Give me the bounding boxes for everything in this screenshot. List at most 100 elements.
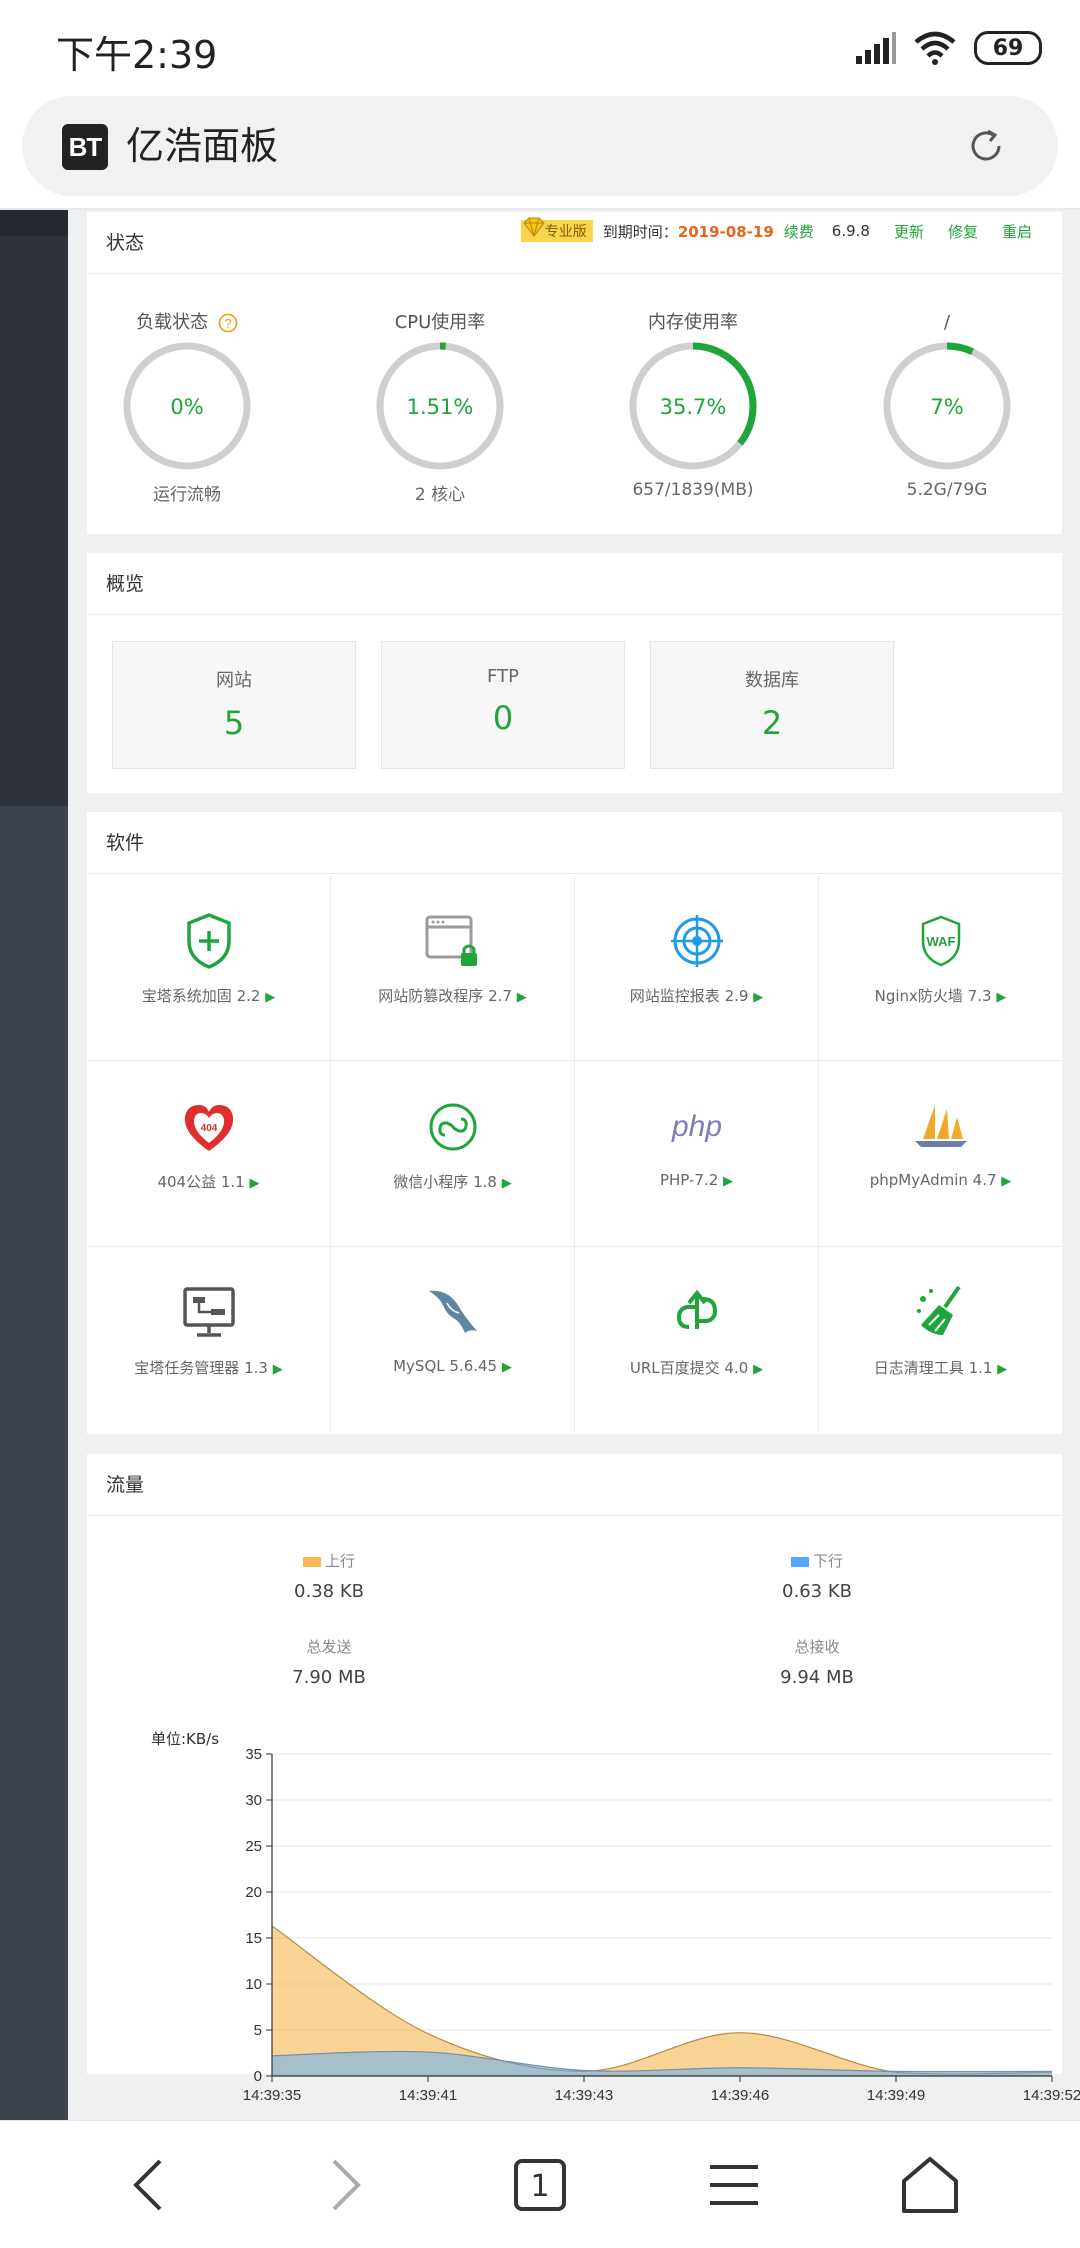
chart-unit-label: 单位:KB/s (151, 1730, 220, 1748)
gauge-memory[interactable]: 内存使用率 35.7% 657/1839(MB) (593, 308, 793, 500)
software-name-text: phpMyAdmin 4.7 (869, 1171, 997, 1189)
version-number: 6.9.8 (831, 222, 870, 240)
status-icons: 69 (856, 28, 1042, 68)
play-icon[interactable]: ▶ (273, 1362, 283, 1377)
traffic-sent: 总发送 7.90 MB (229, 1636, 429, 1688)
software-item-phpmyadmin[interactable]: phpMyAdmin 4.7 ▶ (819, 1061, 1062, 1247)
play-icon[interactable]: ▶ (250, 1176, 260, 1191)
status-bar: 下午2:39 69 (0, 0, 1080, 96)
play-icon[interactable]: ▶ (753, 1362, 763, 1377)
gauge-disk[interactable]: / 7% 5.2G/79G (847, 308, 1047, 500)
gauge-sub: 运行流畅 (153, 485, 221, 505)
bottom-nav: 1 (0, 2120, 1080, 2248)
overview-label: 数据库 (745, 670, 799, 691)
vip-label: 专业版 (544, 224, 587, 240)
traffic-received: 总接收 9.94 MB (717, 1636, 917, 1688)
address-bar[interactable]: BT 亿浩面板 (22, 96, 1058, 196)
x-tick-label: 14:39:49 (867, 2087, 925, 2104)
play-icon[interactable]: ▶ (723, 1174, 733, 1189)
broom-icon (916, 1285, 961, 1335)
link-submit-icon (676, 1289, 717, 1329)
restart-link[interactable]: 重启 (1002, 221, 1032, 242)
traffic-down-label: 下行 (717, 1550, 917, 1571)
gauge-ring: 7% (883, 342, 1011, 470)
software-name-text: 日志清理工具 1.1 (873, 1359, 993, 1377)
software-name-text: PHP-7.2 (659, 1171, 719, 1189)
traffic-received-label: 总接收 (794, 1638, 840, 1656)
software-item-tamper[interactable]: 网站防篡改程序 2.7 ▶ (331, 875, 575, 1061)
gauge-load[interactable]: 负载状态 ? 0% 运行流畅 (87, 308, 287, 505)
shield-plus-icon (186, 913, 231, 969)
clock: 下午2:39 (56, 33, 218, 77)
software-item-404[interactable]: 404 404公益 1.1 ▶ (87, 1061, 331, 1247)
gauge-sub: 657/1839(MB) (632, 480, 754, 500)
play-icon[interactable]: ▶ (753, 990, 763, 1005)
gauge-value: 1.51% (407, 395, 474, 419)
software-item-task-manager[interactable]: 宝塔任务管理器 1.3 ▶ (87, 1247, 331, 1433)
software-item-wechat[interactable]: 微信小程序 1.8 ▶ (331, 1061, 575, 1247)
software-name-text: MySQL 5.6.45 (393, 1357, 498, 1375)
software-item-mysql[interactable]: MySQL 5.6.45 ▶ (331, 1247, 575, 1433)
software-item-nginx-waf[interactable]: WAF Nginx防火墙 7.3 ▶ (819, 875, 1062, 1061)
y-tick-label: 5 (254, 2022, 262, 2039)
gauge-label-disk: / (943, 312, 951, 333)
overview-card-ftp[interactable]: FTP 0 (381, 641, 625, 769)
svg-text:WAF: WAF (926, 934, 955, 949)
legend-swatch-down (790, 1556, 809, 1567)
overview-card-sites[interactable]: 网站 5 (112, 641, 356, 769)
software-item-log-cleaner[interactable]: 日志清理工具 1.1 ▶ (819, 1247, 1062, 1433)
y-tick-label: 30 (245, 1792, 262, 1809)
play-icon[interactable]: ▶ (1001, 1174, 1011, 1189)
traffic-chart[interactable]: 0 5 10 15 20 25 30 35 14:39:35 14:39:41 14:39:43 14… (107, 1746, 1080, 2108)
reload-icon[interactable] (966, 126, 1006, 166)
play-icon[interactable]: ▶ (502, 1176, 512, 1191)
software-item-url-submit[interactable]: URL百度提交 4.0 ▶ (575, 1247, 819, 1433)
software-name: 网站监控报表 2.9 ▶ (575, 985, 818, 1006)
back-icon[interactable] (118, 2153, 182, 2217)
software-name-text: 网站防篡改程序 2.7 (378, 987, 512, 1005)
update-link[interactable]: 更新 (894, 221, 924, 242)
traffic-down: 下行 0.63 KB (717, 1550, 917, 1602)
software-name-text: 宝塔系统加固 2.2 (141, 987, 261, 1005)
status-panel: 状态 专业版 到期时间：2019-08-19 续费 6.9.8 更新 修复 重启… (87, 212, 1062, 534)
overview-label: 网站 (216, 670, 252, 691)
menu-icon[interactable] (702, 2153, 766, 2217)
battery-icon: 69 (974, 31, 1042, 65)
play-icon[interactable]: ▶ (502, 1360, 512, 1375)
forward-icon[interactable] (312, 2153, 376, 2217)
page-title[interactable]: 亿浩面板 (126, 118, 278, 174)
overview-label: FTP (487, 666, 519, 687)
play-icon[interactable]: ▶ (265, 990, 275, 1005)
sidebar[interactable] (0, 210, 68, 2120)
software-name: PHP-7.2 ▶ (575, 1171, 818, 1189)
gauge-label-memory: 内存使用率 (648, 312, 738, 333)
software-item-security[interactable]: 宝塔系统加固 2.2 ▶ (87, 875, 331, 1061)
tabs-icon[interactable]: 1 (508, 2153, 572, 2217)
traffic-up-text: 上行 (324, 1552, 355, 1570)
software-panel: 软件 宝塔系统加固 2.2 ▶ 网站防篡改程序 2.7 ▶ 网站监控报表 2.9… (87, 812, 1062, 1434)
sidebar-active-region (0, 210, 68, 806)
play-icon[interactable]: ▶ (997, 1362, 1007, 1377)
play-icon[interactable]: ▶ (996, 990, 1006, 1005)
expire-label: 到期时间： (602, 222, 678, 241)
x-tick-label: 14:39:52 (1023, 2087, 1080, 2104)
svg-text:php: php (670, 1110, 721, 1143)
renew-link[interactable]: 续费 (784, 221, 814, 242)
overview-card-database[interactable]: 数据库 2 (650, 641, 894, 769)
gauge-value: 35.7% (660, 395, 727, 419)
mini-program-icon (429, 1103, 476, 1151)
help-icon[interactable]: ? (218, 313, 238, 333)
overview-value[interactable]: 5 (113, 704, 355, 742)
heart-404-icon: 404 (184, 1105, 233, 1151)
home-icon[interactable] (898, 2153, 962, 2217)
repair-link[interactable]: 修复 (948, 221, 978, 242)
gauge-value: 0% (170, 395, 203, 419)
traffic-down-value: 0.63 KB (782, 1581, 852, 1602)
overview-value[interactable]: 0 (382, 699, 624, 737)
gauge-cpu[interactable]: CPU使用率 1.51% 2 核心 (340, 308, 540, 505)
play-icon[interactable]: ▶ (517, 990, 527, 1005)
expire-date: 2019-08-19 (677, 222, 774, 241)
software-item-php[interactable]: php PHP-7.2 ▶ (575, 1061, 819, 1247)
software-item-monitor[interactable]: 网站监控报表 2.9 ▶ (575, 875, 819, 1061)
overview-value[interactable]: 2 (651, 704, 893, 742)
